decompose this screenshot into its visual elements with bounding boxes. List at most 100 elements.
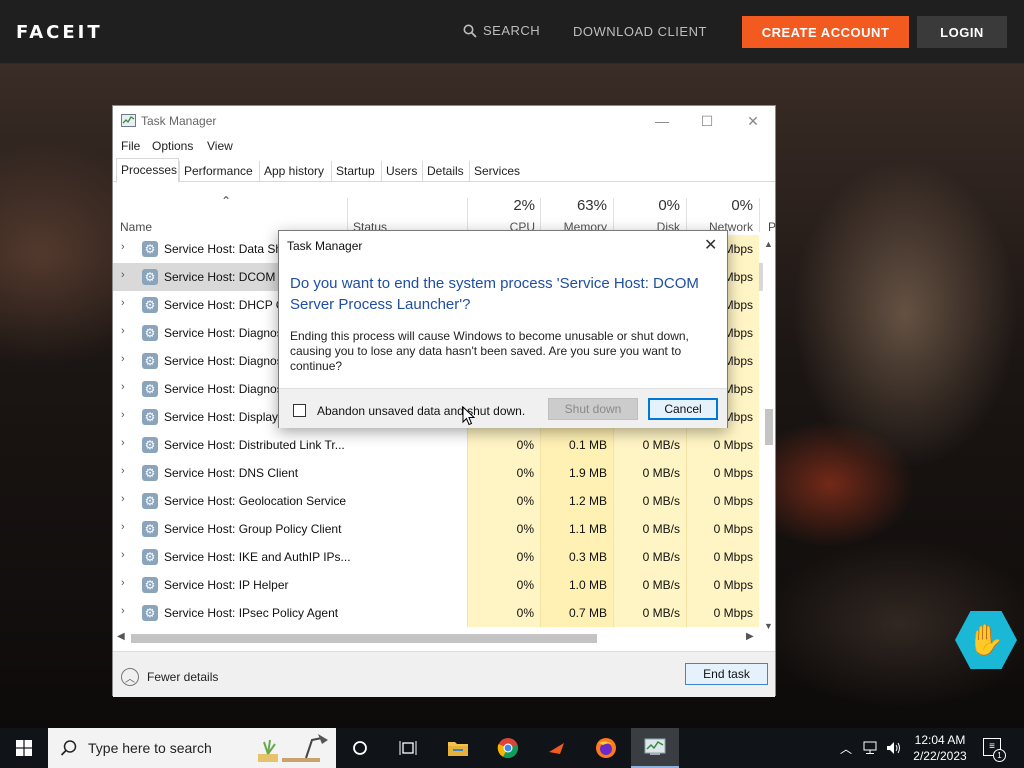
clock-date: 2/22/2023 (913, 749, 967, 763)
scroll-down-icon[interactable]: ▼ (764, 621, 773, 631)
table-row[interactable]: › ⚙ Service Host: Group Policy Client 0% 1.1… (113, 515, 763, 543)
nav-download-client-link[interactable]: DOWNLOAD CLIENT (573, 24, 707, 39)
close-button[interactable]: ✕ (736, 110, 770, 132)
scroll-left-icon[interactable]: ◀ (117, 631, 125, 642)
process-name: Service Host: Geolocation Service (164, 494, 347, 508)
end-task-button[interactable]: End task (685, 663, 768, 685)
collapse-chevron-icon: ︿ (121, 668, 139, 686)
process-name: Service Host: Group Policy Client (164, 522, 342, 536)
table-row[interactable]: › ⚙ Service Host: IPsec Policy Agent 0% 0.7 … (113, 599, 763, 627)
faceit-logo[interactable]: FACEIT (16, 22, 103, 43)
tab-services[interactable]: Services (469, 161, 524, 182)
login-button[interactable]: LOGIN (917, 16, 1007, 48)
table-row[interactable]: › ⚙ Service Host: IKE and AuthIP IPs... 0% 0… (113, 543, 763, 571)
chrome-button[interactable] (484, 728, 532, 768)
menu-file[interactable]: File (121, 139, 140, 153)
menu-view[interactable]: View (207, 139, 233, 153)
network-percent: 0% (731, 197, 753, 214)
cortana-circle-icon (353, 741, 367, 755)
firefox-button[interactable] (582, 728, 630, 768)
taskbar-search-box[interactable]: Type here to search (48, 728, 336, 768)
dialog-footer: Abandon unsaved data and shut down. Shut… (279, 388, 727, 428)
process-name: Service Host: Diagnost (164, 354, 287, 368)
tab-details[interactable]: Details (422, 161, 468, 182)
table-row[interactable]: › ⚙ Service Host: Distributed Link Tr... 0%… (113, 431, 763, 459)
expand-chevron-icon[interactable]: › (121, 269, 125, 281)
process-name: Service Host: Display P (164, 410, 290, 424)
expand-chevron-icon[interactable]: › (121, 577, 125, 589)
table-row[interactable]: › ⚙ Service Host: Geolocation Service 0% 1.2… (113, 487, 763, 515)
tab-processes[interactable]: Processes (116, 158, 179, 183)
cell-disk: 0 MB/s (613, 571, 686, 599)
expand-chevron-icon[interactable]: › (121, 437, 125, 449)
abandon-data-label[interactable]: Abandon unsaved data and shut down. (317, 404, 525, 418)
expand-chevron-icon[interactable]: › (121, 325, 125, 337)
shut-down-button[interactable]: Shut down (548, 398, 638, 420)
menu-bar: File Options View (113, 136, 775, 156)
cell-memory: 0.1 MB (540, 431, 613, 459)
service-gear-icon: ⚙ (142, 465, 158, 481)
faceit-app-button[interactable] (533, 728, 581, 768)
tab-performance[interactable]: Performance (179, 161, 257, 182)
expand-chevron-icon[interactable]: › (121, 521, 125, 533)
task-manager-taskbar-button[interactable] (631, 728, 679, 768)
column-divider (467, 198, 468, 232)
memory-percent: 63% (576, 197, 607, 214)
maximize-button[interactable]: ☐ (690, 110, 724, 132)
tab-startup[interactable]: Startup (331, 161, 379, 182)
cancel-button[interactable]: Cancel (648, 398, 718, 420)
service-gear-icon: ⚙ (142, 409, 158, 425)
taskbar-clock[interactable]: 12:04 AM 2/22/2023 (905, 732, 975, 764)
table-row[interactable]: › ⚙ Service Host: DNS Client 0% 1.9 MB 0 MB/s… (113, 459, 763, 487)
expand-chevron-icon[interactable]: › (121, 493, 125, 505)
show-hidden-icons-chevron-icon[interactable]: ︿ (840, 740, 852, 757)
expand-chevron-icon[interactable]: › (121, 549, 125, 561)
task-manager-icon (121, 114, 136, 127)
process-name: Service Host: IKE and AuthIP IPs... (164, 550, 351, 564)
scrollbar-thumb[interactable] (131, 634, 597, 643)
cell-disk: 0 MB/s (613, 487, 686, 515)
tab-users[interactable]: Users (381, 161, 421, 182)
scroll-up-icon[interactable]: ▲ (764, 239, 773, 249)
file-explorer-button[interactable] (434, 728, 482, 768)
search-icon (463, 24, 477, 38)
column-power-partial[interactable]: P (768, 220, 776, 234)
expand-chevron-icon[interactable]: › (121, 605, 125, 617)
vertical-scrollbar[interactable]: ▲ ▼ (763, 239, 775, 633)
expand-chevron-icon[interactable]: › (121, 381, 125, 393)
menu-options[interactable]: Options (152, 139, 193, 153)
firefox-icon (596, 738, 616, 758)
expand-chevron-icon[interactable]: › (121, 297, 125, 309)
horizontal-scrollbar[interactable]: ◀ ▶ (113, 631, 763, 645)
tab-bar: Processes Performance App history Startu… (113, 158, 775, 183)
cell-cpu: 0% (467, 599, 540, 627)
create-account-button[interactable]: CREATE ACCOUNT (742, 16, 909, 48)
service-gear-icon: ⚙ (142, 353, 158, 369)
abandon-data-checkbox[interactable] (293, 404, 306, 417)
table-row[interactable]: › ⚙ Service Host: IP Helper 0% 1.0 MB 0 MB/s 0… (113, 571, 763, 599)
faceit-arrow-icon (549, 743, 564, 754)
scrollbar-thumb[interactable] (765, 409, 773, 445)
cell-network: 0 Mbps (686, 459, 759, 487)
column-name[interactable]: Name (120, 220, 152, 234)
expand-chevron-icon[interactable]: › (121, 241, 125, 253)
minimize-button[interactable]: — (645, 110, 679, 132)
scroll-right-icon[interactable]: ▶ (746, 631, 754, 642)
volume-icon[interactable] (886, 741, 902, 755)
expand-chevron-icon[interactable]: › (121, 353, 125, 365)
cortana-button[interactable] (336, 728, 384, 768)
fewer-details-toggle[interactable]: ︿ Fewer details (121, 668, 218, 686)
cell-disk: 0 MB/s (613, 459, 686, 487)
dialog-close-icon[interactable]: ✕ (704, 235, 717, 255)
expand-chevron-icon[interactable]: › (121, 465, 125, 477)
cell-cpu: 0% (467, 543, 540, 571)
network-icon[interactable] (863, 741, 879, 755)
expand-chevron-icon[interactable]: › (121, 409, 125, 421)
tab-app-history[interactable]: App history (259, 161, 328, 182)
nav-search-link[interactable]: SEARCH (463, 23, 540, 38)
end-process-dialog: Task Manager ✕ Do you want to end the sy… (278, 230, 728, 428)
task-view-button[interactable] (384, 728, 432, 768)
service-gear-icon: ⚙ (142, 269, 158, 285)
start-button[interactable] (0, 728, 48, 768)
nav-search-label: SEARCH (483, 23, 541, 38)
